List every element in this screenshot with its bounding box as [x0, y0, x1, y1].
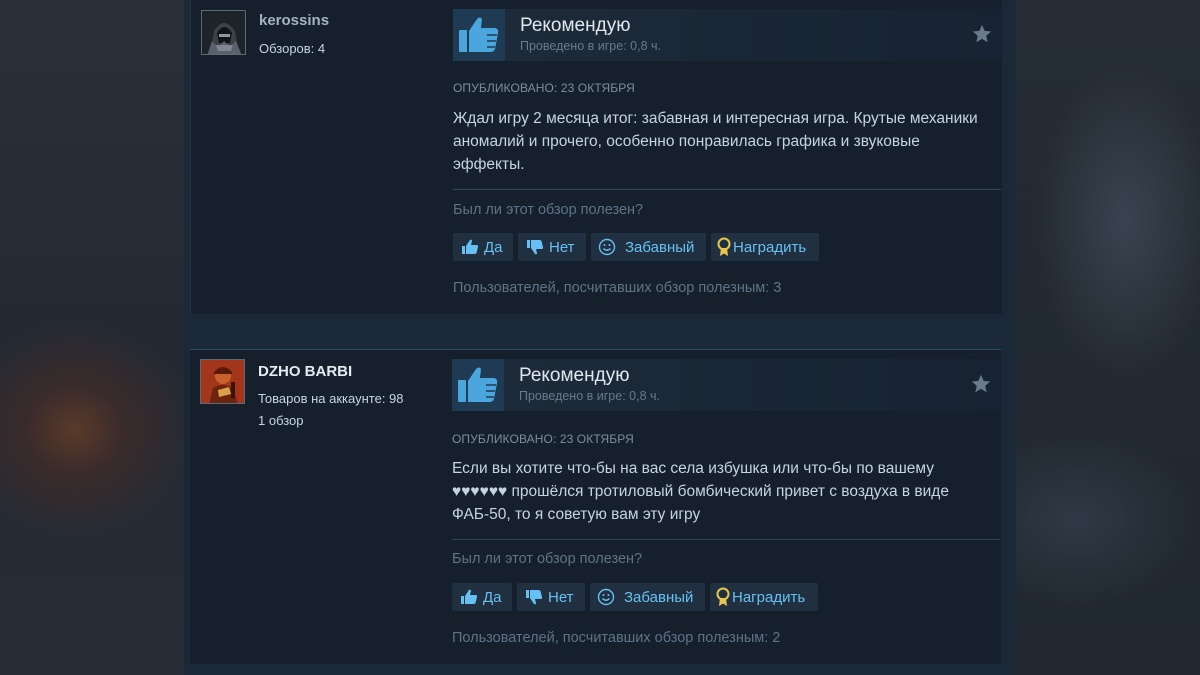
- vote-yes-button[interactable]: Да: [452, 583, 512, 611]
- thumbs-up-badge: [453, 9, 505, 61]
- divider: [452, 539, 1000, 540]
- vote-funny-button[interactable]: Забавный: [590, 583, 705, 611]
- vote-header[interactable]: Рекомендую Проведено в игре: 0,8 ч.: [453, 9, 1001, 61]
- vote-funny-label: Забавный: [624, 588, 694, 606]
- award-label: Наградить: [733, 238, 807, 256]
- right-background: [1016, 0, 1200, 675]
- vote-funny-button[interactable]: Забавный: [591, 233, 706, 261]
- award-ribbon-icon: [717, 237, 731, 256]
- recommendation-title: Рекомендую: [519, 365, 630, 386]
- thumbs-down-icon: [526, 590, 543, 605]
- thumbs-up-badge: [452, 359, 504, 411]
- vote-yes-button[interactable]: Да: [453, 233, 513, 261]
- thumbs-up-icon: [461, 589, 478, 604]
- vote-no-button[interactable]: Нет: [518, 233, 586, 261]
- award-button[interactable]: Наградить: [710, 583, 818, 611]
- products-count[interactable]: Товаров на аккаунте: 98: [258, 391, 404, 406]
- smiley-icon: [598, 238, 616, 256]
- award-star-icon[interactable]: [971, 23, 993, 45]
- thumbs-up-icon: [459, 17, 499, 52]
- review-text: Если вы хотите что-бы на вас села избушк…: [452, 460, 949, 523]
- vote-no-button[interactable]: Нет: [517, 583, 585, 611]
- review-card: kerossins Обзоров: 4 Рекомендую Проведен…: [190, 0, 1002, 314]
- reviews-count[interactable]: 1 обзор: [258, 413, 304, 428]
- username[interactable]: kerossins: [259, 12, 329, 29]
- thumbs-up-icon: [458, 367, 498, 402]
- helpful-count: Пользователей, посчитавших обзор полезны…: [453, 280, 782, 296]
- playtime: Проведено в игре: 0,8 ч.: [520, 39, 661, 53]
- user-avatar[interactable]: [200, 359, 245, 404]
- vote-no-label: Нет: [548, 588, 574, 606]
- posted-date: ОПУБЛИКОВАНО: 23 ОКТЯБРЯ: [453, 81, 635, 95]
- recommendation-title: Рекомендую: [520, 15, 631, 36]
- divider: [453, 189, 1001, 190]
- thumbs-up-icon: [462, 239, 479, 254]
- vote-header[interactable]: Рекомендую Проведено в игре: 0,8 ч.: [452, 359, 1000, 411]
- award-ribbon-icon: [716, 587, 730, 606]
- review-text: Ждал игру 2 месяца итог: забавная и инте…: [453, 110, 978, 173]
- username[interactable]: DZHO BARBI: [258, 363, 352, 380]
- vote-no-label: Нет: [549, 238, 575, 256]
- vote-funny-label: Забавный: [625, 238, 695, 256]
- hooded-figure-avatar: [202, 11, 245, 54]
- user-avatar[interactable]: [201, 10, 246, 55]
- helpful-count: Пользователей, посчитавших обзор полезны…: [452, 630, 781, 646]
- award-button[interactable]: Наградить: [711, 233, 819, 261]
- helpful-question: Был ли этот обзор полезен?: [453, 202, 644, 218]
- smiley-icon: [597, 588, 615, 606]
- award-star-icon[interactable]: [970, 373, 992, 395]
- thumbs-down-icon: [527, 240, 544, 255]
- review-card: DZHO BARBI Товаров на аккаунте: 98 1 обз…: [190, 349, 1001, 664]
- vote-yes-label: Да: [484, 238, 503, 256]
- left-background: [0, 0, 184, 675]
- red-character-avatar: [201, 360, 244, 403]
- award-label: Наградить: [732, 588, 806, 606]
- vote-yes-label: Да: [483, 588, 502, 606]
- helpful-question: Был ли этот обзор полезен?: [452, 551, 643, 567]
- posted-date: ОПУБЛИКОВАНО: 23 ОКТЯБРЯ: [452, 432, 634, 446]
- playtime: Проведено в игре: 0,8 ч.: [519, 389, 660, 403]
- reviews-count[interactable]: Обзоров: 4: [259, 41, 325, 56]
